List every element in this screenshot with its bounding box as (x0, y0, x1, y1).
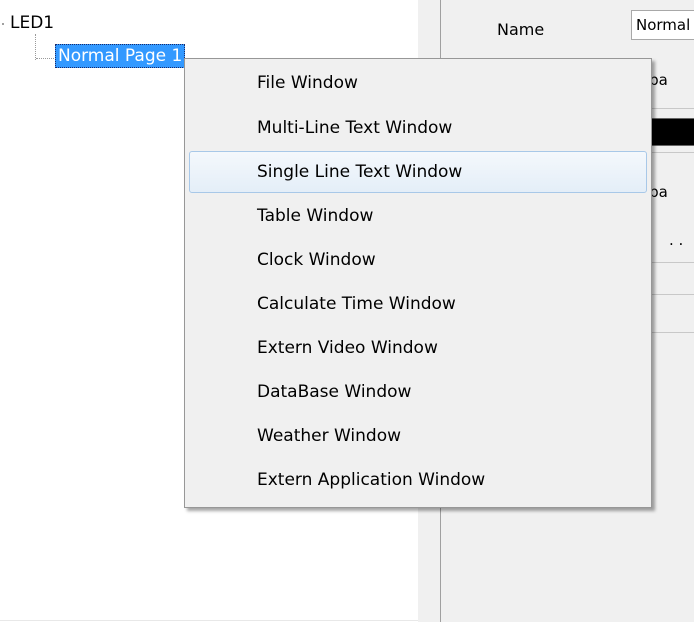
menu-item-weather-window[interactable]: Weather Window (189, 415, 647, 457)
property-ellipsis-button[interactable]: . . (669, 230, 683, 250)
context-menu: File Window Multi-Line Text Window Singl… (184, 58, 652, 508)
menu-item-extern-application-window[interactable]: Extern Application Window (189, 459, 647, 501)
menu-item-database-window[interactable]: DataBase Window (189, 371, 647, 413)
menu-item-file-window[interactable]: File Window (189, 62, 647, 104)
menu-item-extern-video-window[interactable]: Extern Video Window (189, 327, 647, 369)
menu-item-single-line-text-window[interactable]: Single Line Text Window (189, 151, 647, 193)
menu-item-clock-window[interactable]: Clock Window (189, 239, 647, 281)
name-label: Name (497, 20, 545, 39)
tree-connector-vertical (35, 34, 36, 60)
tree-connector-horizontal (36, 58, 54, 59)
tree-root-connector (2, 23, 4, 25)
tree-bottom-divider (0, 620, 418, 621)
menu-item-multi-line-text-window[interactable]: Multi-Line Text Window (189, 107, 647, 149)
menu-item-calculate-time-window[interactable]: Calculate Time Window (189, 283, 647, 325)
tree-node-led1[interactable]: LED1 (10, 12, 54, 34)
menu-item-table-window[interactable]: Table Window (189, 195, 647, 237)
name-field[interactable]: Normal (631, 10, 694, 40)
tree-node-normal-page[interactable]: Normal Page 1 (55, 44, 186, 68)
